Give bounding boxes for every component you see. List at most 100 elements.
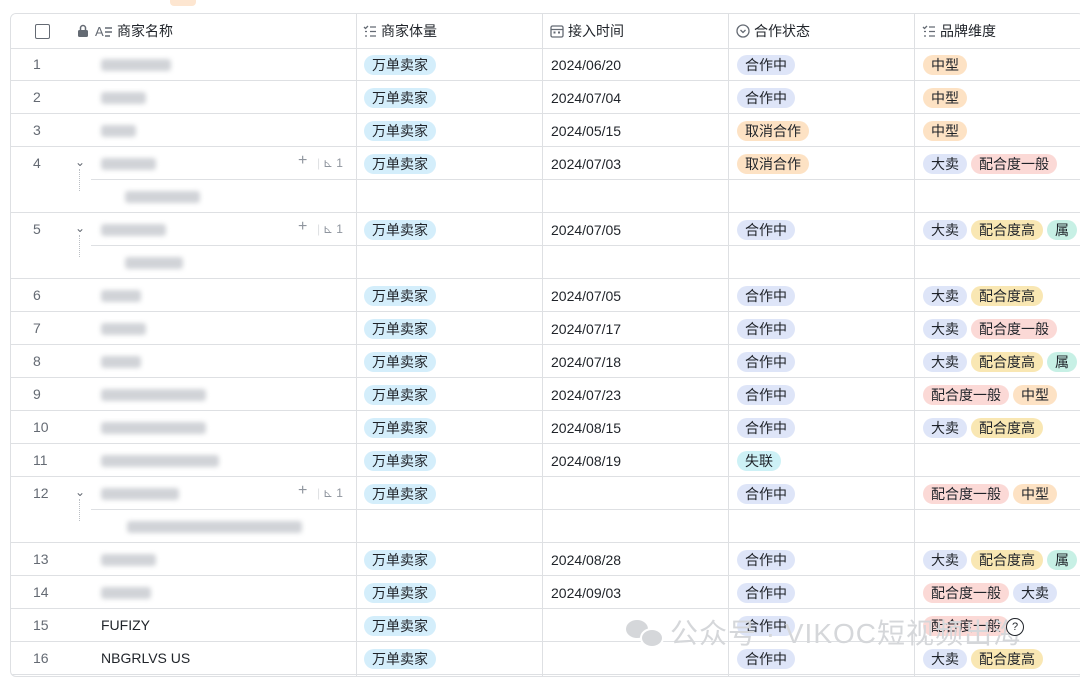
table-row[interactable]: 8 万单卖家 2024/07/18 合作中 大卖 配合度高属 (11, 345, 1080, 378)
merchant-name-redacted[interactable] (101, 323, 146, 335)
merchant-name-redacted[interactable] (101, 554, 156, 566)
subrecord-count[interactable]: | ⊾ 1 (317, 222, 343, 236)
status-cell[interactable]: 合作中 (737, 477, 799, 510)
access-date-cell[interactable]: 2024/08/15 (551, 411, 621, 444)
volume-cell[interactable]: 万单卖家 (364, 543, 440, 576)
brand-cell[interactable] (923, 444, 1080, 477)
select-all-checkbox[interactable] (35, 14, 50, 48)
access-date-cell[interactable]: 2024/07/03 (551, 147, 621, 180)
status-cell[interactable]: 合作中 (737, 576, 799, 609)
merchant-name-redacted[interactable] (101, 224, 166, 236)
subrecord-name-redacted[interactable] (125, 191, 200, 203)
merchant-name-redacted[interactable] (101, 587, 151, 599)
access-date-cell[interactable]: 2024/09/03 (551, 576, 621, 609)
brand-cell[interactable]: 中型 (923, 48, 1080, 81)
table-row[interactable]: 13 万单卖家 2024/08/28 合作中 大卖 配合度高属 (11, 543, 1080, 576)
access-date-cell[interactable]: 2024/07/04 (551, 81, 621, 114)
volume-cell[interactable]: 万单卖家 (364, 213, 440, 246)
help-icon[interactable]: ? (1006, 618, 1024, 636)
table-row[interactable]: 4 ⌄ + | ⊾ 1 万单卖家 2024/07/03 取消合作 大卖 配合度一般 (11, 147, 1080, 213)
volume-cell[interactable]: 万单卖家 (364, 642, 440, 675)
status-cell[interactable]: 合作中 (737, 81, 799, 114)
merchant-name-redacted[interactable] (101, 422, 206, 434)
brand-cell[interactable]: 大卖 配合度高 (923, 411, 1080, 444)
header-access-time[interactable]: 接入时间 (550, 14, 624, 48)
brand-cell[interactable]: 大卖 配合度一般 (923, 147, 1080, 180)
access-date-cell[interactable]: 2024/07/23 (551, 378, 621, 411)
add-subrecord-icon[interactable]: + (298, 152, 307, 170)
volume-cell[interactable]: 万单卖家 (364, 81, 440, 114)
status-cell[interactable]: 合作中 (737, 48, 799, 81)
status-cell[interactable]: 合作中 (737, 279, 799, 312)
brand-cell[interactable]: 大卖 配合度一般 (923, 312, 1080, 345)
brand-cell[interactable]: 中型 (923, 81, 1080, 114)
merchant-name[interactable]: NBGRLVS US (101, 650, 190, 666)
merchant-name-redacted[interactable] (101, 125, 136, 137)
volume-cell[interactable]: 万单卖家 (364, 279, 440, 312)
brand-cell[interactable]: 大卖 配合度高属 (923, 543, 1080, 576)
merchant-name-redacted[interactable] (101, 455, 219, 467)
table-row[interactable]: 9 万单卖家 2024/07/23 合作中 配合度一般 中型 (11, 378, 1080, 411)
status-cell[interactable]: 失联 (737, 444, 785, 477)
merchant-name-redacted[interactable] (101, 59, 171, 71)
table-row[interactable]: 7 万单卖家 2024/07/17 合作中 大卖 配合度一般 (11, 312, 1080, 345)
brand-cell[interactable]: 大卖 配合度高属 (923, 345, 1080, 378)
volume-cell[interactable]: 万单卖家 (364, 345, 440, 378)
table-row[interactable]: 1 万单卖家 2024/06/20 合作中 中型 (11, 48, 1080, 81)
table-row[interactable]: 3 万单卖家 2024/05/15 取消合作 中型 (11, 114, 1080, 147)
status-cell[interactable]: 合作中 (737, 345, 799, 378)
brand-cell[interactable]: 大卖 配合度高 (923, 279, 1080, 312)
table-row[interactable]: 12 ⌄ + | ⊾ 1 万单卖家 合作中 配合度一般 中型 (11, 477, 1080, 543)
header-merchant-volume[interactable]: 商家体量 (363, 14, 437, 48)
table-row[interactable]: 6 万单卖家 2024/07/05 合作中 大卖 配合度高 (11, 279, 1080, 312)
access-date-cell[interactable]: 2024/08/19 (551, 444, 621, 477)
access-date-cell[interactable]: 2024/08/28 (551, 543, 621, 576)
table-row[interactable]: 2 万单卖家 2024/07/04 合作中 中型 (11, 81, 1080, 114)
volume-cell[interactable]: 万单卖家 (364, 609, 440, 642)
merchant-name-redacted[interactable] (101, 389, 206, 401)
merchant-name-redacted[interactable] (101, 356, 141, 368)
status-cell[interactable]: 合作中 (737, 312, 799, 345)
chevron-down-icon[interactable]: ⌄ (75, 485, 85, 499)
subrecord-name-redacted[interactable] (127, 521, 302, 533)
add-subrecord-icon[interactable]: + (298, 218, 307, 236)
header-merchant-name[interactable]: A 商家名称 (77, 14, 173, 48)
volume-cell[interactable]: 万单卖家 (364, 444, 440, 477)
status-cell[interactable]: 取消合作 (737, 147, 813, 180)
header-cooperation-status[interactable]: 合作状态 (736, 14, 810, 48)
table-row[interactable]: 11 万单卖家 2024/08/19 失联 (11, 444, 1080, 477)
merchant-name[interactable]: FUFIZY (101, 617, 150, 633)
volume-cell[interactable]: 万单卖家 (364, 576, 440, 609)
merchant-name-redacted[interactable] (101, 488, 179, 500)
access-date-cell[interactable]: 2024/07/05 (551, 213, 621, 246)
status-cell[interactable]: 合作中 (737, 213, 799, 246)
subrecord-count[interactable]: | ⊾ 1 (317, 156, 343, 170)
table-row[interactable]: 14 万单卖家 2024/09/03 合作中 配合度一般 大卖 (11, 576, 1080, 609)
merchant-name-redacted[interactable] (101, 158, 156, 170)
status-cell[interactable]: 取消合作 (737, 114, 813, 147)
volume-cell[interactable]: 万单卖家 (364, 147, 440, 180)
header-brand-dimension[interactable]: 品牌维度 (922, 14, 996, 48)
access-date-cell[interactable]: 2024/07/17 (551, 312, 621, 345)
brand-cell[interactable]: 中型 (923, 114, 1080, 147)
brand-cell[interactable]: 大卖 配合度高属 (923, 213, 1080, 246)
table-row[interactable]: 5 ⌄ + | ⊾ 1 万单卖家 2024/07/05 合作中 大卖 配合度高属 (11, 213, 1080, 279)
brand-cell[interactable]: 配合度一般 中型 (923, 477, 1080, 510)
add-subrecord-icon[interactable]: + (298, 482, 307, 500)
merchant-name-redacted[interactable] (101, 92, 146, 104)
volume-cell[interactable]: 万单卖家 (364, 378, 440, 411)
status-cell[interactable]: 合作中 (737, 378, 799, 411)
access-date-cell[interactable]: 2024/05/15 (551, 114, 621, 147)
volume-cell[interactable]: 万单卖家 (364, 114, 440, 147)
brand-cell[interactable]: 配合度一般 中型 (923, 378, 1080, 411)
chevron-down-icon[interactable]: ⌄ (75, 221, 85, 235)
volume-cell[interactable]: 万单卖家 (364, 48, 440, 81)
volume-cell[interactable]: 万单卖家 (364, 477, 440, 510)
chevron-down-icon[interactable]: ⌄ (75, 155, 85, 169)
brand-cell[interactable]: 配合度一般 大卖 (923, 576, 1080, 609)
subrecord-name-redacted[interactable] (125, 257, 183, 269)
access-date-cell[interactable]: 2024/07/05 (551, 279, 621, 312)
access-date-cell[interactable]: 2024/07/18 (551, 345, 621, 378)
access-date-cell[interactable]: 2024/06/20 (551, 48, 621, 81)
volume-cell[interactable]: 万单卖家 (364, 312, 440, 345)
